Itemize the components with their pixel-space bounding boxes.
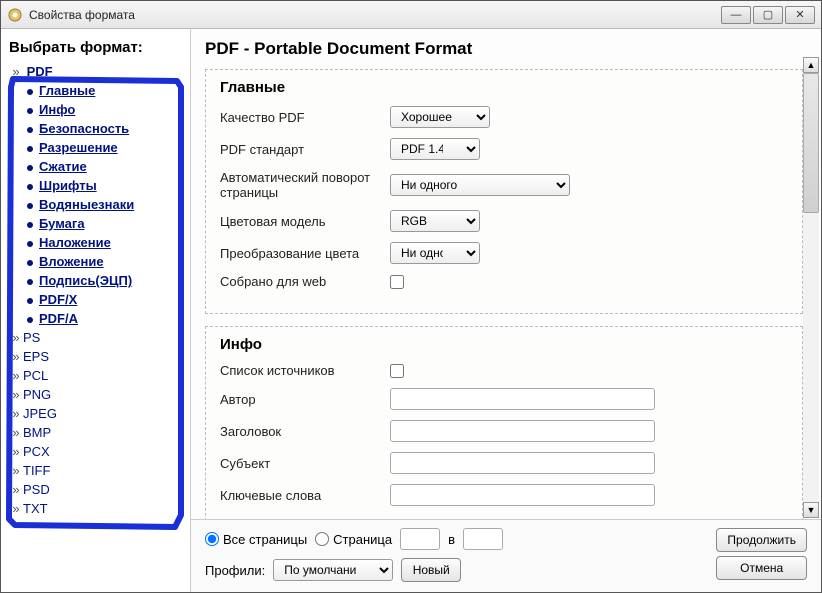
footer: Все страницы Страница в Профили: bbox=[191, 519, 821, 592]
pdf-sub-item[interactable]: PDF/X bbox=[27, 290, 184, 309]
expand-icon[interactable]: » bbox=[9, 499, 23, 518]
format-item[interactable]: BMP bbox=[23, 425, 51, 440]
title-field[interactable] bbox=[390, 420, 655, 442]
body: Выбрать формат: » PDF ГлавныеИнфоБезопас… bbox=[1, 29, 821, 592]
format-item[interactable]: PCL bbox=[23, 368, 48, 383]
expand-icon[interactable]: » bbox=[9, 404, 23, 423]
scrollbar[interactable]: ▲ ▼ bbox=[803, 57, 819, 518]
title-label: Заголовок bbox=[220, 424, 390, 439]
scroll-track[interactable] bbox=[803, 73, 819, 502]
format-item[interactable]: TXT bbox=[23, 501, 48, 516]
colormodel-label: Цветовая модель bbox=[220, 214, 390, 229]
expand-icon[interactable]: » bbox=[9, 423, 23, 442]
pdf-sub-item[interactable]: Сжатие bbox=[27, 157, 184, 176]
format-item[interactable]: EPS bbox=[23, 349, 49, 364]
subject-field[interactable] bbox=[390, 452, 655, 474]
sidebar: Выбрать формат: » PDF ГлавныеИнфоБезопас… bbox=[1, 29, 191, 592]
close-button[interactable]: ✕ bbox=[785, 6, 815, 24]
page-to-field[interactable] bbox=[463, 528, 503, 550]
standard-label: PDF стандарт bbox=[220, 142, 390, 157]
pdf-sub-item[interactable]: Водяныезнаки bbox=[27, 195, 184, 214]
pdf-sub-item[interactable]: Главные bbox=[27, 81, 184, 100]
pdf-sub-item[interactable]: Разрешение bbox=[27, 138, 184, 157]
all-pages-text: Все страницы bbox=[223, 532, 307, 547]
format-tree: » PDF ГлавныеИнфоБезопасностьРазрешениеС… bbox=[9, 62, 184, 328]
webready-checkbox[interactable] bbox=[390, 275, 404, 289]
main-scroll: PDF - Portable Document Format Главные К… bbox=[191, 29, 821, 519]
page-from-field[interactable] bbox=[400, 528, 440, 550]
page-range-text: Страница bbox=[333, 532, 392, 547]
expand-icon[interactable]: » bbox=[9, 347, 23, 366]
expand-icon[interactable]: » bbox=[9, 328, 23, 347]
author-field[interactable] bbox=[390, 388, 655, 410]
colortrans-label: Преобразование цвета bbox=[220, 246, 390, 261]
format-item[interactable]: TIFF bbox=[23, 463, 50, 478]
window: Свойства формата — ▢ ✕ Выбрать формат: »… bbox=[0, 0, 822, 593]
pdf-sub-item[interactable]: Подпись(ЭЦП) bbox=[27, 271, 184, 290]
page-in-label: в bbox=[448, 532, 455, 547]
format-item[interactable]: PCX bbox=[23, 444, 50, 459]
window-buttons: — ▢ ✕ bbox=[721, 6, 815, 24]
expand-icon[interactable]: » bbox=[9, 62, 23, 81]
main-panel: PDF - Portable Document Format Главные К… bbox=[191, 29, 821, 592]
colortrans-select[interactable]: Ни одного bbox=[390, 242, 480, 264]
webready-label: Собрано для web bbox=[220, 274, 390, 289]
section-info: Инфо Список источников Автор Заголовок bbox=[205, 326, 803, 519]
section-info-legend: Инфо bbox=[216, 336, 266, 353]
quality-select[interactable]: Хорошее bbox=[390, 106, 490, 128]
standard-select[interactable]: PDF 1.4 bbox=[390, 138, 480, 160]
profile-select[interactable]: По умолчанию bbox=[273, 559, 393, 581]
sourcelist-label: Список источников bbox=[220, 363, 390, 378]
expand-icon[interactable]: » bbox=[9, 461, 23, 480]
colormodel-select[interactable]: RGB bbox=[390, 210, 480, 232]
page-title: PDF - Portable Document Format bbox=[205, 39, 803, 59]
format-item[interactable]: PS bbox=[23, 330, 40, 345]
continue-button[interactable]: Продолжить bbox=[716, 528, 807, 552]
pdf-sub-item[interactable]: Наложение bbox=[27, 233, 184, 252]
format-item[interactable]: PNG bbox=[23, 387, 51, 402]
quality-label: Качество PDF bbox=[220, 110, 390, 125]
maximize-button[interactable]: ▢ bbox=[753, 6, 783, 24]
format-item[interactable]: PSD bbox=[23, 482, 50, 497]
sidebar-heading: Выбрать формат: bbox=[9, 39, 184, 56]
keywords-label: Ключевые слова bbox=[220, 488, 390, 503]
subject-label: Субъект bbox=[220, 456, 390, 471]
page-range-radio[interactable] bbox=[315, 532, 329, 546]
other-formats: »PS»EPS»PCL»PNG»JPEG»BMP»PCX»TIFF»PSD»TX… bbox=[9, 328, 184, 518]
all-pages-radio[interactable] bbox=[205, 532, 219, 546]
cancel-button[interactable]: Отмена bbox=[716, 556, 807, 580]
autorotate-select[interactable]: Ни одного bbox=[390, 174, 570, 196]
pdf-sub-item[interactable]: Инфо bbox=[27, 100, 184, 119]
expand-icon[interactable]: » bbox=[9, 385, 23, 404]
window-title: Свойства формата bbox=[29, 8, 721, 22]
page-range-radio-label[interactable]: Страница bbox=[315, 532, 392, 547]
pdf-sub-item[interactable]: Шрифты bbox=[27, 176, 184, 195]
format-pdf[interactable]: PDF bbox=[27, 64, 53, 79]
app-icon bbox=[7, 7, 23, 23]
profiles-label: Профили: bbox=[205, 563, 265, 578]
minimize-button[interactable]: — bbox=[721, 6, 751, 24]
scroll-up-button[interactable]: ▲ bbox=[803, 57, 819, 73]
author-label: Автор bbox=[220, 392, 390, 407]
pdf-subsections: ГлавныеИнфоБезопасностьРазрешениеСжатиеШ… bbox=[27, 81, 184, 328]
all-pages-radio-label[interactable]: Все страницы bbox=[205, 532, 307, 547]
pdf-sub-item[interactable]: PDF/A bbox=[27, 309, 184, 328]
pdf-sub-item[interactable]: Безопасность bbox=[27, 119, 184, 138]
expand-icon[interactable]: » bbox=[9, 442, 23, 461]
new-profile-button[interactable]: Новый bbox=[401, 558, 461, 582]
expand-icon[interactable]: » bbox=[9, 480, 23, 499]
scroll-down-button[interactable]: ▼ bbox=[803, 502, 819, 518]
sourcelist-checkbox[interactable] bbox=[390, 364, 404, 378]
titlebar: Свойства формата — ▢ ✕ bbox=[1, 1, 821, 29]
pdf-sub-item[interactable]: Вложение bbox=[27, 252, 184, 271]
format-item[interactable]: JPEG bbox=[23, 406, 57, 421]
keywords-field[interactable] bbox=[390, 484, 655, 506]
section-main-legend: Главные bbox=[216, 79, 289, 96]
autorotate-label: Автоматический поворот страницы bbox=[220, 170, 390, 200]
section-main: Главные Качество PDF Хорошее PDF стандар… bbox=[205, 69, 803, 314]
scroll-thumb[interactable] bbox=[803, 73, 819, 213]
expand-icon[interactable]: » bbox=[9, 366, 23, 385]
pdf-sub-item[interactable]: Бумага bbox=[27, 214, 184, 233]
